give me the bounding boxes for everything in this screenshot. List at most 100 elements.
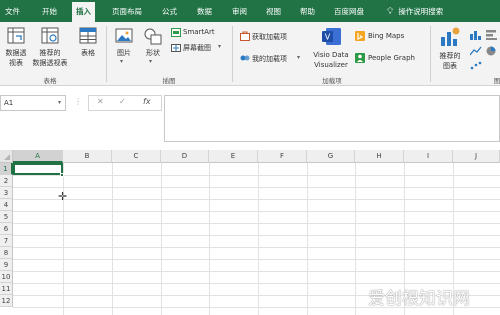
column-header-f[interactable]: F [258, 150, 307, 163]
my-addins-label: 我的加载项 [252, 55, 287, 63]
svg-text:V: V [325, 33, 331, 42]
gridline [63, 163, 64, 315]
tables-group-label: 表格 [43, 77, 57, 85]
recommended-pivot-label-1: 推荐的 [39, 49, 61, 57]
column-header-a[interactable]: A [13, 150, 63, 163]
row-header-4[interactable]: 4 [0, 199, 13, 211]
gridline [13, 235, 500, 236]
people-graph-icon [355, 53, 365, 63]
column-header-j[interactable]: J [453, 150, 500, 163]
smartart-icon [171, 28, 181, 37]
gridline [13, 271, 500, 272]
row-header-7[interactable]: 7 [0, 235, 13, 247]
tab-insert[interactable]: 插入 [72, 2, 95, 22]
picture-icon [115, 28, 133, 43]
visio-label-2: Visualizer [314, 61, 348, 69]
gridline [258, 163, 259, 315]
column-header-d[interactable]: D [161, 150, 209, 163]
column-header-h[interactable]: H [355, 150, 404, 163]
formula-bar: A1 ▾ ⋮ ✕ ✓ fx [0, 90, 500, 148]
illustrations-group-label: 插图 [162, 77, 176, 85]
column-header-b[interactable]: B [63, 150, 112, 163]
ribbon: 数据透 视表 推荐的 数据透视表 表格 表格 图片 ▾ 形状 ▾ SmartAr… [0, 22, 500, 86]
name-box[interactable]: A1 ▾ [0, 95, 66, 111]
shapes-dropdown-icon: ▾ [149, 58, 153, 65]
row-header-5[interactable]: 5 [0, 211, 13, 223]
bing-maps-icon [355, 31, 365, 41]
tab-page-layout[interactable]: 页面布局 [112, 0, 142, 22]
store-icon [240, 31, 250, 41]
line-chart-icon [470, 46, 482, 56]
recommended-charts-label-1: 推荐的 [439, 52, 461, 60]
formula-buttons: ✕ ✓ fx [88, 95, 162, 111]
tab-formulas[interactable]: 公式 [162, 0, 177, 22]
row-header-3[interactable]: 3 [0, 187, 13, 199]
tab-home[interactable]: 开始 [42, 0, 57, 22]
select-all-button[interactable] [0, 150, 13, 163]
column-header-g[interactable]: G [307, 150, 355, 163]
row-header-9[interactable]: 9 [0, 259, 13, 271]
drag-handle-icon[interactable]: ⋮ [74, 97, 82, 106]
gridline [209, 163, 210, 315]
screenshot-label: 屏幕截图 [183, 44, 211, 52]
gridline [13, 259, 500, 260]
lightbulb-icon: 💡︎ [387, 7, 394, 17]
tab-file[interactable]: 文件 [5, 0, 20, 22]
chevron-down-icon[interactable]: ▾ [58, 96, 61, 110]
gridline [13, 187, 500, 188]
row-header-12[interactable]: 12 [0, 295, 13, 307]
gridline [13, 247, 500, 248]
gridline [13, 175, 500, 176]
gridline [13, 223, 500, 224]
bing-maps-label: Bing Maps [368, 32, 405, 40]
row-header-6[interactable]: 6 [0, 223, 13, 235]
tab-data[interactable]: 数据 [197, 0, 212, 22]
cell-cursor-icon: ✛ [58, 190, 68, 203]
cancel-icon[interactable]: ✕ [97, 97, 104, 106]
tab-help[interactable]: 帮助 [300, 0, 315, 22]
visio-label-1: Visio Data [313, 51, 349, 59]
insert-function-icon[interactable]: fx [143, 97, 151, 106]
menu-tab-bar: 文件 开始 插入 页面布局 公式 数据 审阅 视图 帮助 百度网盘 💡︎ 操作说明… [0, 0, 500, 22]
recommended-pivot-label-2: 数据透视表 [32, 59, 68, 67]
visio-icon: V [322, 28, 341, 45]
recommended-charts-icon [441, 27, 460, 46]
ribbon-separator [430, 26, 431, 82]
my-addins-dropdown-icon: ▾ [297, 54, 301, 61]
get-addins-label: 获取加载项 [252, 33, 287, 41]
screenshot-icon [171, 44, 181, 52]
row-header-1[interactable]: 1 [0, 163, 13, 175]
tab-view[interactable]: 视图 [266, 0, 281, 22]
formula-input[interactable] [164, 95, 500, 142]
row-header-10[interactable]: 10 [0, 271, 13, 283]
column-header-i[interactable]: I [404, 150, 453, 163]
charts-group-label: 图 [493, 77, 500, 85]
tell-me-label: 操作说明搜索 [398, 7, 444, 16]
table-label: 表格 [81, 49, 95, 57]
row-header-2[interactable]: 2 [0, 175, 13, 187]
screenshot-dropdown-icon: ▾ [218, 43, 222, 50]
fill-handle[interactable] [60, 173, 64, 177]
column-header-e[interactable]: E [209, 150, 258, 163]
row-header-11[interactable]: 11 [0, 283, 13, 295]
scatter-chart-icon [470, 61, 482, 70]
column-header-c[interactable]: C [112, 150, 161, 163]
tab-review[interactable]: 审阅 [232, 0, 247, 22]
ribbon-separator [106, 26, 107, 82]
gridline [13, 199, 500, 200]
pivot-table-icon [7, 27, 25, 44]
column-chart-icon [470, 31, 481, 40]
row-header-8[interactable]: 8 [0, 247, 13, 259]
tell-me-search[interactable]: 💡︎ 操作说明搜索 [387, 0, 443, 22]
name-box-value: A1 [4, 99, 14, 107]
addins-group-label: 加载项 [322, 77, 342, 85]
gridline [307, 163, 308, 315]
pictures-dropdown-icon: ▾ [120, 58, 124, 65]
watermark-text: 爱创根知识网 [368, 289, 470, 309]
gridline [13, 211, 500, 212]
enter-icon[interactable]: ✓ [119, 97, 126, 106]
bar-chart-icon [486, 30, 497, 40]
active-cell-a1[interactable] [13, 163, 63, 175]
recommended-charts-label-2: 图表 [443, 62, 457, 70]
tab-baidu-netdisk[interactable]: 百度网盘 [334, 0, 364, 22]
